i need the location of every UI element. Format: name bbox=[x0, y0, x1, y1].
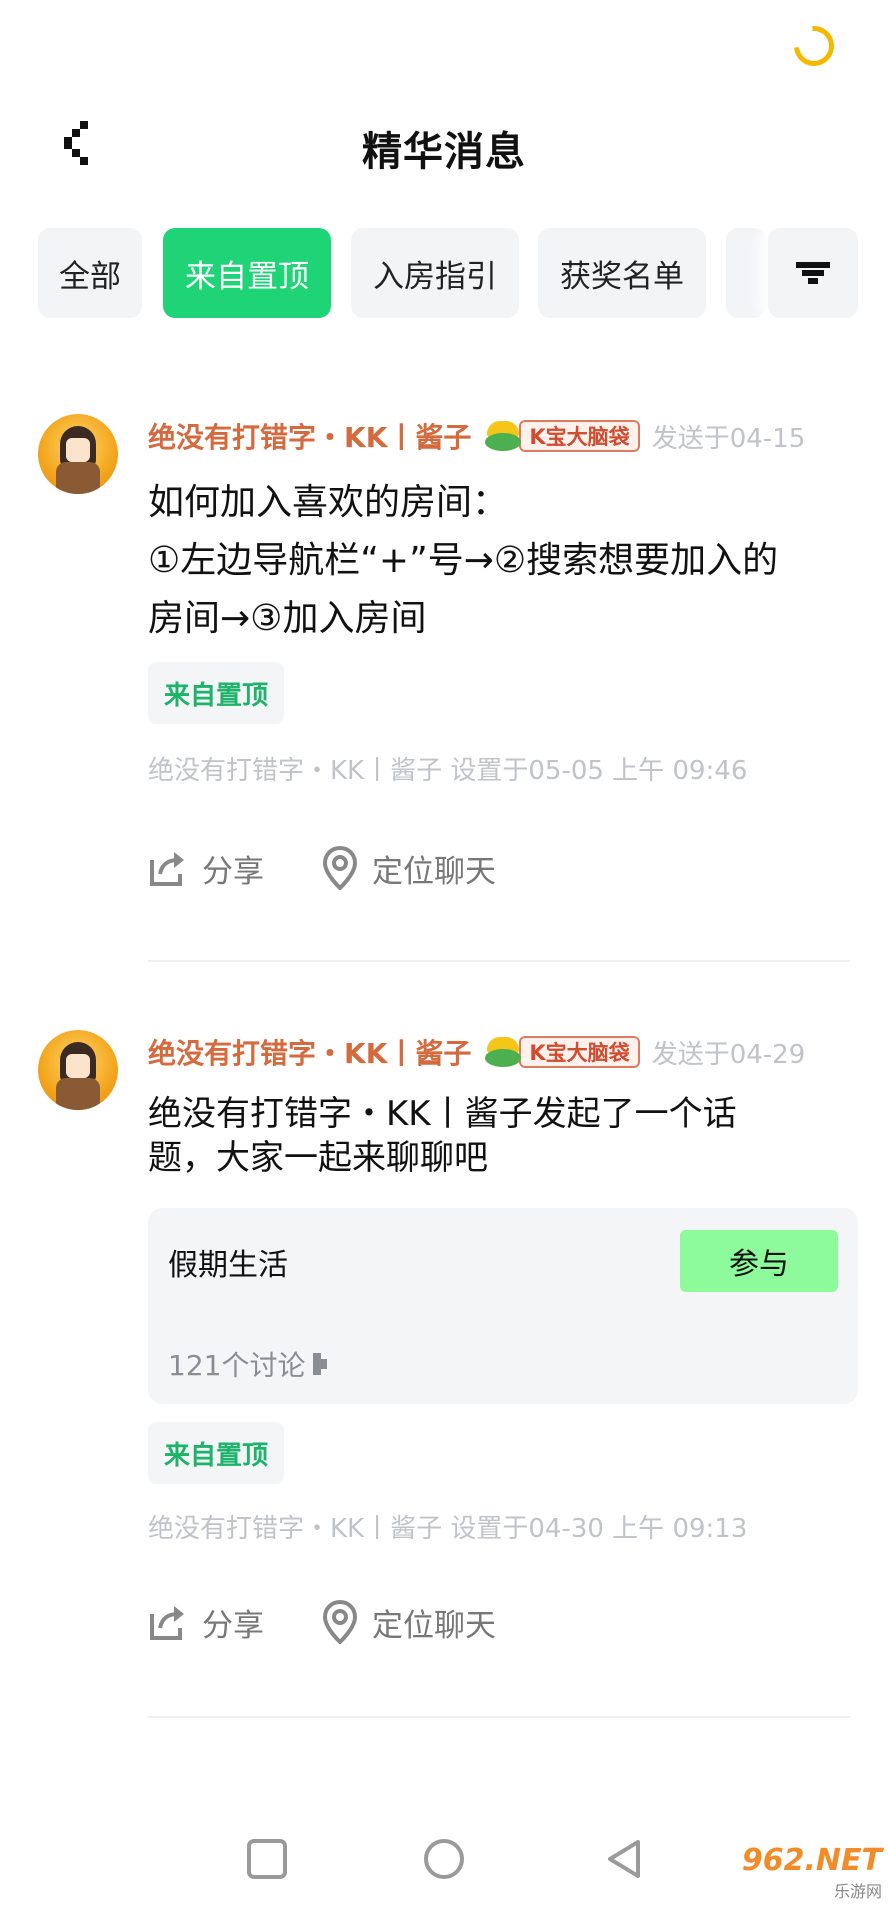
loading-icon bbox=[785, 17, 843, 75]
watermark-logo: 962.NET bbox=[741, 1843, 882, 1878]
post-content: 绝没有打错字・KK丨酱子发起了一个话 题，大家一起来聊聊吧 bbox=[148, 1094, 737, 1178]
topic-card[interactable]: 假期生活 参与 121个讨论 bbox=[148, 1208, 858, 1404]
post-card: 绝没有打错字・KK丨酱子 K宝大脑袋 发送于04-29 绝没有打错字・KK丨酱子… bbox=[38, 1030, 858, 1720]
user-badge: K宝大脑袋 bbox=[483, 419, 640, 453]
pinned-info: 绝没有打错字・KK丨酱子 设置于05-05 上午 09:46 bbox=[148, 756, 748, 786]
back-nav-button[interactable] bbox=[604, 1838, 644, 1884]
divider bbox=[148, 1716, 850, 1718]
filter-button[interactable] bbox=[768, 228, 858, 318]
post-actions: 分享 定位聊天 bbox=[148, 1592, 554, 1652]
share-button[interactable]: 分享 bbox=[148, 1600, 264, 1645]
watermark-sub: 乐游网 bbox=[833, 1882, 882, 1901]
watermark: 962.NET 乐游网 bbox=[742, 1843, 882, 1902]
post-meta: 绝没有打错字・KK丨酱子 K宝大脑袋 发送于04-15 bbox=[148, 416, 805, 456]
post-actions: 分享 定位聊天 bbox=[148, 838, 554, 898]
sent-time: 发送于04-15 bbox=[651, 423, 806, 454]
tab-pinned[interactable]: 来自置顶 bbox=[163, 228, 331, 318]
badge-character-icon bbox=[483, 419, 523, 453]
avatar[interactable] bbox=[38, 414, 118, 494]
badge-label: K宝大脑袋 bbox=[519, 420, 640, 452]
author-name[interactable]: 绝没有打错字・KK丨酱子 bbox=[148, 416, 471, 456]
home-button[interactable] bbox=[423, 1838, 465, 1884]
tab-winners[interactable]: 获奖名单 bbox=[538, 228, 706, 318]
source-tag: 来自置顶 bbox=[148, 1422, 285, 1484]
source-tag: 来自置顶 bbox=[148, 662, 285, 724]
topic-name: 假期生活 bbox=[168, 1248, 288, 1283]
join-topic-button[interactable]: 参与 bbox=[680, 1230, 838, 1292]
badge-character-icon bbox=[483, 1035, 523, 1069]
post-card: 绝没有打错字・KK丨酱子 K宝大脑袋 发送于04-15 如何加入喜欢的房间： ①… bbox=[38, 414, 850, 962]
locate-chat-button[interactable]: 定位聊天 bbox=[322, 1600, 496, 1645]
avatar[interactable] bbox=[38, 1030, 118, 1110]
circle-icon bbox=[424, 1839, 464, 1879]
post-content: 如何加入喜欢的房间： ①左边导航栏“+”号→②搜索想要加入的 房间→③加入房间 bbox=[148, 482, 779, 639]
header: 精华消息 bbox=[0, 105, 888, 185]
tab-all[interactable]: 全部 bbox=[38, 228, 142, 318]
share-icon bbox=[150, 852, 184, 886]
post-meta: 绝没有打错字・KK丨酱子 K宝大脑袋 发送于04-29 bbox=[148, 1032, 805, 1072]
filter-tabs: 全部 来自置顶 入房指引 获奖名单 bbox=[38, 228, 858, 320]
badge-label: K宝大脑袋 bbox=[519, 1036, 640, 1068]
tab-partial[interactable] bbox=[726, 228, 766, 318]
pinned-info: 绝没有打错字・KK丨酱子 设置于04-30 上午 09:13 bbox=[148, 1514, 748, 1544]
square-icon bbox=[247, 1839, 287, 1879]
divider bbox=[148, 960, 850, 962]
location-pin-icon bbox=[322, 1600, 358, 1644]
filter-icon bbox=[796, 262, 830, 284]
page-title: 精华消息 bbox=[362, 129, 526, 175]
location-pin-icon bbox=[322, 846, 358, 890]
locate-chat-button[interactable]: 定位聊天 bbox=[322, 846, 496, 891]
system-nav-bar: 962.NET 乐游网 bbox=[0, 1810, 888, 1910]
discussion-count[interactable]: 121个讨论 bbox=[168, 1344, 329, 1384]
recent-apps-button[interactable] bbox=[246, 1838, 288, 1884]
tab-room-guide[interactable]: 入房指引 bbox=[351, 228, 519, 318]
share-button[interactable]: 分享 bbox=[148, 846, 264, 891]
sent-time: 发送于04-29 bbox=[651, 1039, 806, 1070]
status-bar bbox=[0, 0, 888, 90]
author-name[interactable]: 绝没有打错字・KK丨酱子 bbox=[148, 1032, 471, 1072]
user-badge: K宝大脑袋 bbox=[483, 1035, 640, 1069]
chevron-right-icon bbox=[313, 1353, 328, 1375]
triangle-back-icon bbox=[608, 1840, 640, 1878]
share-icon bbox=[150, 1606, 184, 1640]
